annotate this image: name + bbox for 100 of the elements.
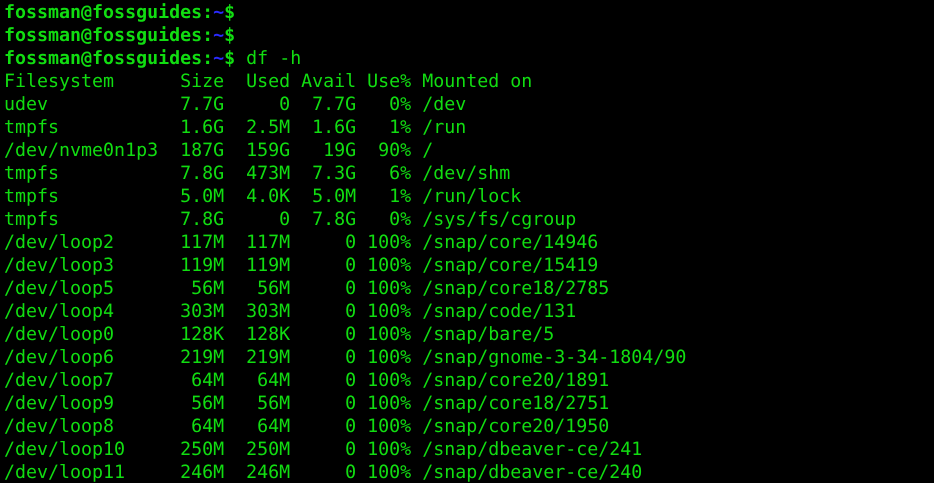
column-header: Size bbox=[180, 70, 224, 93]
table-cell: 0 bbox=[345, 461, 356, 483]
prompt-path: ~ bbox=[213, 48, 224, 69]
table-cell: /dev/shm bbox=[422, 162, 510, 185]
table-cell: 100% bbox=[367, 346, 412, 369]
table-cell: 7.7G bbox=[180, 93, 224, 116]
table-cell: /dev/loop7 bbox=[4, 369, 114, 392]
table-cell: 0 bbox=[345, 300, 356, 323]
table-cell: 219M bbox=[180, 346, 224, 369]
table-cell: 0 bbox=[345, 369, 356, 392]
prompt-user-host: fossman@fossguides bbox=[4, 25, 202, 46]
prompt-path: ~ bbox=[213, 25, 224, 46]
column-header: Used bbox=[246, 70, 290, 93]
column-header: Use% bbox=[367, 70, 412, 93]
column-header: Filesystem bbox=[4, 70, 114, 93]
table-cell: 64M bbox=[257, 369, 290, 392]
table-cell: 19G bbox=[323, 139, 356, 162]
table-cell: 0 bbox=[345, 231, 356, 254]
table-cell: 0 bbox=[345, 277, 356, 300]
table-cell: /dev/loop6 bbox=[4, 346, 114, 369]
table-cell: 117M bbox=[246, 231, 290, 254]
table-cell: 117M bbox=[180, 231, 224, 254]
table-cell: 0 bbox=[345, 254, 356, 277]
table-cell: 250M bbox=[180, 438, 224, 461]
table-cell: /dev/loop11 bbox=[4, 461, 126, 483]
table-cell: /dev/loop9 bbox=[4, 392, 114, 415]
command-text: df -h bbox=[246, 48, 302, 69]
table-cell: 0 bbox=[345, 346, 356, 369]
table-cell: /dev/loop4 bbox=[4, 300, 114, 323]
prompt-separator: : bbox=[202, 48, 214, 69]
table-cell: 0% bbox=[389, 93, 412, 116]
table-cell: /dev/nvme0n1p3 bbox=[4, 139, 158, 162]
table-cell: 0 bbox=[345, 438, 356, 461]
table-cell: 473M bbox=[246, 162, 290, 185]
table-cell: 2.5M bbox=[246, 116, 290, 139]
table-cell: 303M bbox=[180, 300, 224, 323]
table-cell: /snap/core/14946 bbox=[422, 231, 598, 254]
table-cell: 100% bbox=[367, 254, 412, 277]
table-cell: /dev/loop3 bbox=[4, 254, 114, 277]
table-cell: /snap/dbeaver-ce/240 bbox=[422, 461, 642, 483]
table-cell: /run bbox=[422, 116, 466, 139]
prompt-separator: : bbox=[202, 25, 214, 46]
table-cell: 159G bbox=[246, 139, 290, 162]
table-cell: 64M bbox=[191, 369, 224, 392]
table-cell: 1% bbox=[389, 116, 412, 139]
table-cell: /run/lock bbox=[422, 185, 522, 208]
column-header: Mounted on bbox=[422, 70, 532, 93]
table-cell: /snap/core18/2751 bbox=[422, 392, 610, 415]
table-cell: udev bbox=[4, 93, 48, 116]
table-cell: /snap/dbeaver-ce/241 bbox=[422, 438, 642, 461]
table-cell: /snap/code/131 bbox=[422, 300, 576, 323]
table-cell: 246M bbox=[246, 461, 290, 483]
table-cell: 100% bbox=[367, 369, 412, 392]
table-cell: 100% bbox=[367, 461, 412, 483]
table-cell: tmpfs bbox=[4, 162, 60, 185]
table-cell: /dev/loop2 bbox=[4, 231, 114, 254]
table-cell: 246M bbox=[180, 461, 224, 483]
prompt-user-host: fossman@fossguides bbox=[4, 2, 202, 23]
table-cell: 0 bbox=[345, 392, 356, 415]
table-cell: 5.0M bbox=[312, 185, 356, 208]
table-cell: 0% bbox=[389, 208, 412, 231]
table-cell: 119M bbox=[246, 254, 290, 277]
table-cell: /dev bbox=[422, 93, 466, 116]
prompt-symbol: $ bbox=[224, 25, 236, 46]
table-cell: /snap/core18/2785 bbox=[422, 277, 610, 300]
table-cell: 0 bbox=[345, 415, 356, 438]
table-cell: /sys/fs/cgroup bbox=[422, 208, 576, 231]
table-cell: 119M bbox=[180, 254, 224, 277]
table-cell: 219M bbox=[246, 346, 290, 369]
table-cell: 100% bbox=[367, 415, 412, 438]
table-cell: 1% bbox=[389, 185, 412, 208]
table-cell: 56M bbox=[257, 277, 290, 300]
table-cell: 187G bbox=[180, 139, 224, 162]
table-cell: tmpfs bbox=[4, 208, 60, 231]
table-cell: 4.0K bbox=[246, 185, 290, 208]
table-cell: 0 bbox=[345, 323, 356, 346]
table-cell: 7.3G bbox=[312, 162, 356, 185]
table-cell: 100% bbox=[367, 231, 412, 254]
table-cell: 0 bbox=[279, 93, 290, 116]
prompt-symbol: $ bbox=[224, 48, 236, 69]
table-cell: 90% bbox=[378, 139, 412, 162]
prompt-path: ~ bbox=[213, 2, 224, 23]
table-cell: 56M bbox=[191, 277, 224, 300]
table-cell: 250M bbox=[246, 438, 290, 461]
table-cell: 56M bbox=[257, 392, 290, 415]
table-cell: 56M bbox=[191, 392, 224, 415]
table-cell: 7.8G bbox=[180, 162, 224, 185]
table-cell: /dev/loop0 bbox=[4, 323, 114, 346]
table-cell: tmpfs bbox=[4, 116, 60, 139]
prompt-symbol: $ bbox=[224, 2, 236, 23]
table-cell: 100% bbox=[367, 277, 412, 300]
column-header: Avail bbox=[301, 70, 356, 93]
table-cell: / bbox=[422, 139, 434, 162]
table-cell: 64M bbox=[191, 415, 224, 438]
table-cell: tmpfs bbox=[4, 185, 60, 208]
table-cell: 100% bbox=[367, 323, 412, 346]
table-cell: 64M bbox=[257, 415, 290, 438]
table-cell: 7.8G bbox=[312, 208, 356, 231]
table-cell: 5.0M bbox=[180, 185, 224, 208]
table-cell: 303M bbox=[246, 300, 290, 323]
